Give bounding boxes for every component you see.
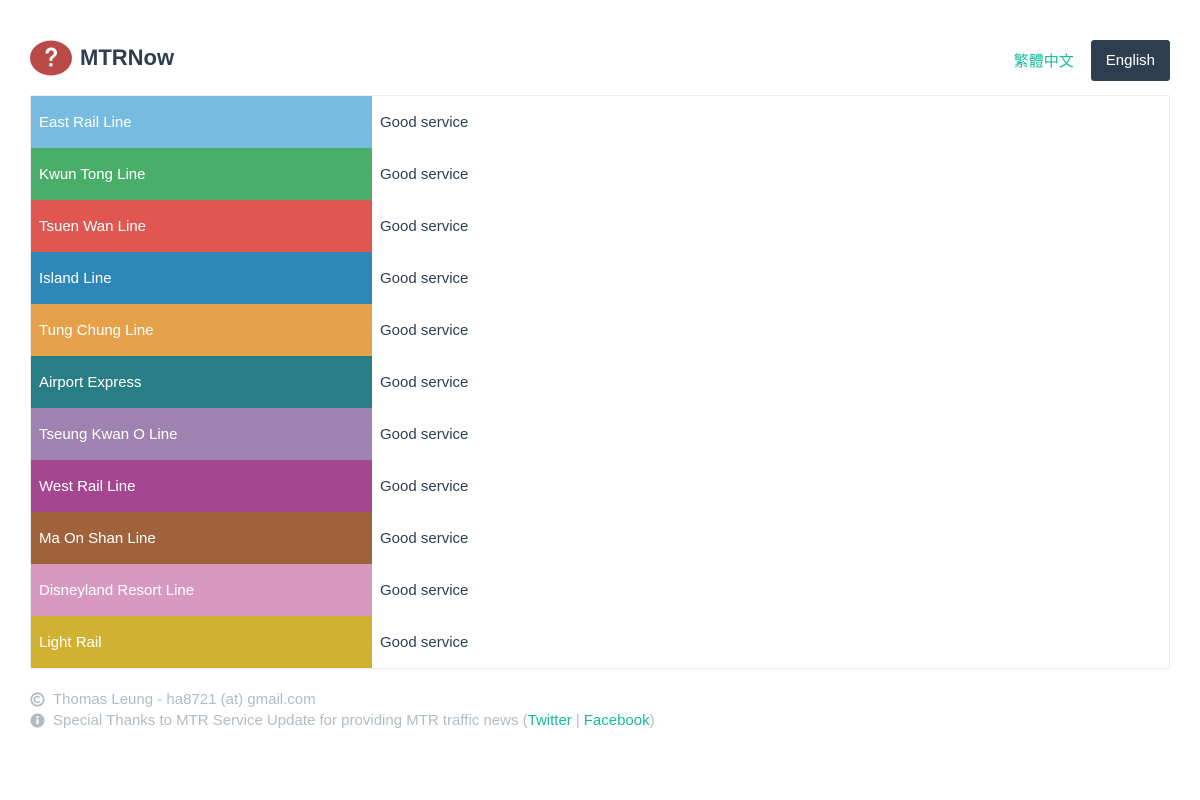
footer: Thomas Leung - ha8721 (at) gmail.com Spe… [30,689,1170,731]
line-row: Airport Express Good service [31,356,1169,408]
header: MTRNow 繁體中文 English [30,40,1170,81]
line-row: East Rail Line Good service [31,96,1169,148]
line-row: West Rail Line Good service [31,460,1169,512]
copyright-line: Thomas Leung - ha8721 (at) gmail.com [30,689,1170,710]
line-row: Tseung Kwan O Line Good service [31,408,1169,460]
line-status: Good service [380,477,469,495]
line-name: Tseung Kwan O Line [31,408,372,460]
line-status: Good service [380,321,469,339]
line-status: Good service [380,165,469,183]
line-row: Light Rail Good service [31,616,1169,668]
thanks-prefix: Special Thanks to MTR Service Update for… [53,712,528,729]
line-name: Ma On Shan Line [31,512,372,564]
line-status: Good service [380,581,469,599]
link-separator: | [575,712,580,729]
line-row: Tung Chung Line Good service [31,304,1169,356]
language-switcher: 繁體中文 English [1014,40,1170,81]
brand-name: MTRNow [80,45,175,70]
chinese-language-link[interactable]: 繁體中文 [1014,50,1074,71]
line-name: Tung Chung Line [31,304,372,356]
line-name: Disneyland Resort Line [31,564,372,616]
line-status: Good service [380,217,469,235]
thanks-line: Special Thanks to MTR Service Update for… [30,710,1170,731]
line-name: Island Line [31,252,372,304]
thanks-suffix: ) [649,712,655,729]
line-row: Kwun Tong Line Good service [31,148,1169,200]
line-name: Tsuen Wan Line [31,200,372,252]
line-row: Disneyland Resort Line Good service [31,564,1169,616]
line-name: Airport Express [31,356,372,408]
facebook-link[interactable]: Facebook [584,712,650,729]
line-status: Good service [380,633,469,651]
english-language-button[interactable]: English [1090,40,1170,81]
brand[interactable]: MTRNow [30,40,174,76]
twitter-link[interactable]: Twitter [528,712,572,729]
line-status: Good service [380,373,469,391]
line-row: Island Line Good service [31,252,1169,304]
line-status: Good service [380,425,469,443]
line-name: Light Rail [31,616,372,668]
line-row: Tsuen Wan Line Good service [31,200,1169,252]
info-icon [30,713,45,728]
line-status: Good service [380,269,469,287]
copyright-icon [30,692,45,707]
line-status-table: East Rail Line Good service Kwun Tong Line… [30,95,1170,669]
line-name: West Rail Line [31,460,372,512]
line-name: East Rail Line [31,96,372,148]
line-name: Kwun Tong Line [31,148,372,200]
line-status: Good service [380,113,469,131]
line-status: Good service [380,529,469,547]
copyright-text: Thomas Leung - ha8721 (at) gmail.com [53,691,316,708]
question-mark-circle-icon [30,40,72,76]
line-row: Ma On Shan Line Good service [31,512,1169,564]
